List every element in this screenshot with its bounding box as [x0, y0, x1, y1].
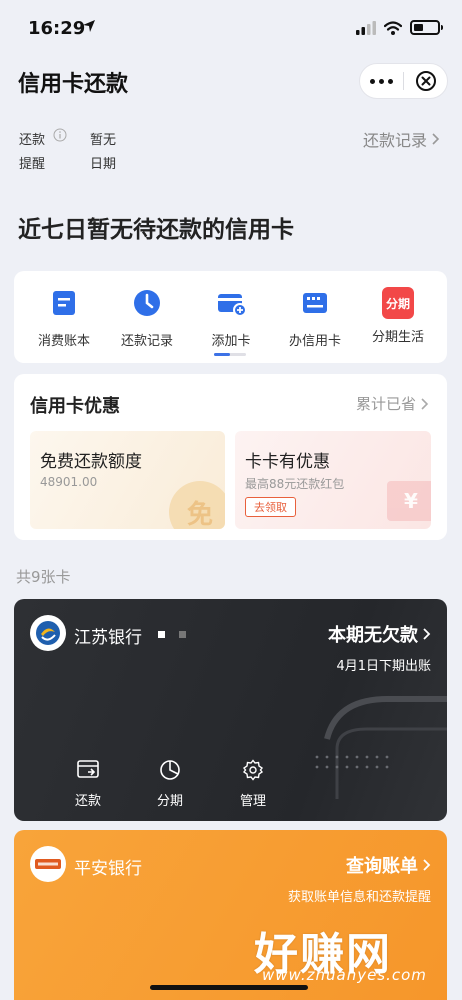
- info-icon[interactable]: [53, 128, 67, 142]
- page-title: 信用卡还款: [18, 72, 129, 97]
- credit-card-icon: [303, 293, 327, 313]
- total-saved-link[interactable]: 累计已省: [356, 393, 429, 414]
- card-status[interactable]: 本期无欠款: [328, 621, 431, 647]
- battery-icon: [410, 20, 443, 35]
- headline: 近七日暂无待还款的信用卡: [18, 217, 294, 243]
- repay-button[interactable]: 还款: [58, 759, 118, 809]
- gear-icon: [242, 759, 264, 781]
- masked-card-number: [158, 631, 186, 638]
- quick-action-repay-record[interactable]: 还款记录: [102, 287, 192, 349]
- bill-book-icon: [53, 291, 75, 315]
- free-repay-quota-card[interactable]: 免费还款额度 48901.00 免: [30, 431, 225, 529]
- repay-reminder-value: 暂无 日期: [90, 133, 117, 172]
- coupon-icon: ¥: [387, 481, 431, 521]
- query-bill-link[interactable]: 查询账单: [346, 852, 431, 878]
- bill-info-hint: 获取账单信息和还款提醒: [287, 890, 431, 905]
- manage-button[interactable]: 管理: [223, 759, 283, 809]
- bank-name: 江苏银行: [74, 628, 142, 648]
- status-icons: [356, 20, 443, 35]
- bank-logo-icon: [30, 615, 66, 651]
- status-time: 16:29: [28, 18, 86, 39]
- chevron-right-icon: [421, 397, 429, 410]
- chevron-right-icon: [423, 628, 431, 640]
- bank-name: 平安银行: [74, 859, 142, 879]
- signal-icon: [356, 20, 376, 35]
- bank-card-jiangsu[interactable]: 江苏银行 本期无欠款 4月1日下期出账 还款 分期 管理: [14, 599, 447, 821]
- status-bar: 16:29: [0, 0, 462, 54]
- repay-reminder-label: 还款 提醒: [19, 133, 46, 172]
- mini-program-capsule: [359, 63, 448, 99]
- chevron-right-icon: [423, 859, 431, 871]
- card-decoration: [315, 696, 447, 799]
- free-badge-icon: 免: [169, 481, 225, 529]
- quick-action-add-card[interactable]: 添加卡: [186, 287, 276, 349]
- card-count: 共9张卡: [16, 568, 71, 586]
- claim-button[interactable]: 去领取: [245, 497, 296, 517]
- add-card-icon: [218, 294, 247, 317]
- quick-actions-panel: 消费账本 还款记录 添加卡 办信用卡 分期 分期生活: [14, 271, 447, 363]
- credit-card-offers-panel: 信用卡优惠 累计已省 免费还款额度 48901.00 免 卡卡有优惠 最高88元…: [14, 374, 447, 540]
- offers-title: 信用卡优惠: [30, 396, 120, 417]
- more-options-button[interactable]: [360, 78, 403, 84]
- installment-icon: 分期: [382, 287, 414, 319]
- installment-button[interactable]: 分期: [140, 759, 200, 809]
- bank-logo-icon: [30, 846, 66, 882]
- location-arrow-icon: [83, 20, 95, 32]
- clock-icon: [134, 290, 160, 316]
- quick-action-apply-card[interactable]: 办信用卡: [270, 287, 360, 349]
- repay-icon: [77, 760, 99, 778]
- page-indicator: [214, 353, 246, 356]
- chevron-right-icon: [432, 133, 440, 145]
- wifi-icon: [384, 20, 402, 35]
- next-bill-date: 4月1日下期出账: [336, 659, 431, 674]
- watermark-url: www.zhuanyes.com: [262, 966, 427, 984]
- quick-action-installment-life[interactable]: 分期 分期生活: [353, 287, 443, 345]
- close-circle-icon: [415, 71, 436, 91]
- pie-chart-icon: [160, 760, 180, 780]
- repay-record-link[interactable]: 还款记录: [363, 127, 440, 151]
- close-button[interactable]: [404, 70, 447, 92]
- quick-action-consumption-book[interactable]: 消费账本: [19, 287, 109, 349]
- card-discount-card[interactable]: 卡卡有优惠 最高88元还款红包 去领取 ¥: [235, 431, 431, 529]
- home-indicator[interactable]: [150, 985, 308, 990]
